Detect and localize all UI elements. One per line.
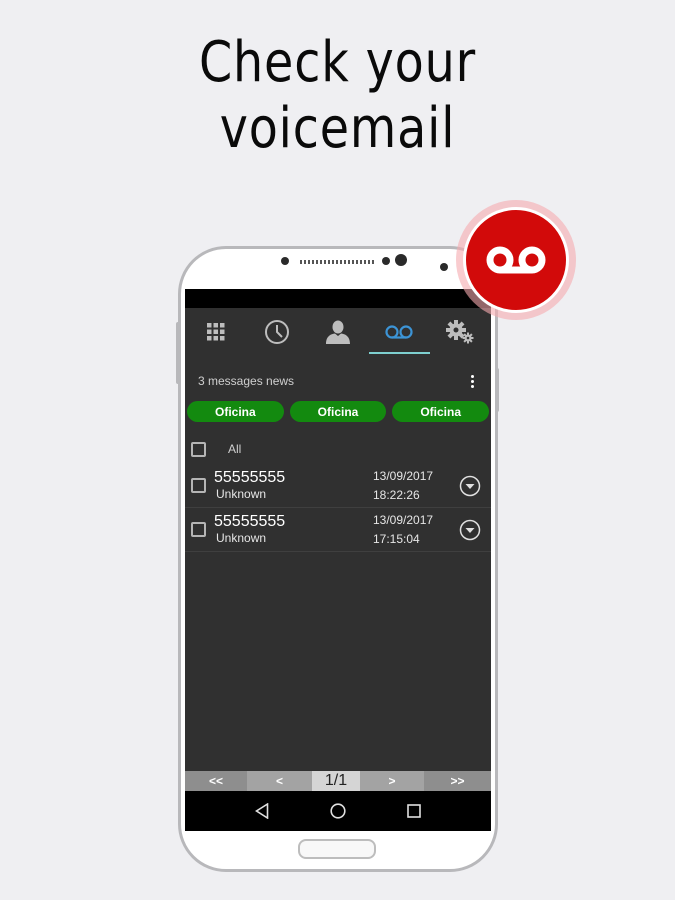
tab-dialpad[interactable] [185, 308, 246, 356]
voicemail-item[interactable]: 55555555 Unknown 13/09/2017 18:22:26 [185, 464, 491, 508]
status-bar [185, 289, 491, 308]
tab-contacts[interactable] [307, 308, 368, 356]
headline: Check your voicemail [51, 30, 625, 162]
item-checkbox[interactable] [191, 478, 206, 493]
message-time: 17:15:04 [373, 531, 420, 546]
phone-screen: 3 messages news Oficina Oficina Oficina … [185, 289, 491, 831]
mailbox-filters: Oficina Oficina Oficina [185, 401, 491, 422]
page-indicator: 1/1 [312, 771, 360, 791]
mailbox-chip[interactable]: Oficina [392, 401, 490, 422]
light-sensor [440, 263, 448, 271]
prev-page-button[interactable]: < [247, 771, 312, 791]
select-all-label: All [228, 442, 242, 456]
caller-number: 55555555 [214, 513, 286, 530]
message-date: 13/09/2017 [373, 512, 434, 527]
first-page-button[interactable]: << [185, 771, 247, 791]
clock-icon [264, 320, 289, 344]
headline-line-2: voicemail [219, 96, 456, 161]
message-date: 13/09/2017 [373, 468, 434, 483]
tab-voicemail[interactable] [368, 308, 431, 356]
messages-header: 3 messages news [185, 366, 491, 396]
message-count: 3 messages news [198, 374, 295, 388]
voicemail-icon [385, 325, 413, 339]
tab-bar [185, 308, 491, 356]
gear-icon [446, 320, 474, 344]
next-page-button[interactable]: > [360, 771, 424, 791]
caller-name: Unknown [216, 487, 267, 501]
recents-button[interactable] [406, 804, 421, 818]
earpiece-speaker [300, 260, 376, 264]
phone-home-button [298, 839, 376, 859]
select-all-checkbox[interactable] [191, 441, 206, 457]
expand-chevron-icon[interactable] [459, 475, 481, 497]
back-icon [255, 803, 269, 819]
caller-name: Unknown [216, 531, 267, 545]
item-checkbox[interactable] [191, 522, 206, 537]
tab-settings[interactable] [430, 308, 491, 356]
headline-line-1: Check your [198, 30, 477, 95]
pagination: << < 1/1 > >> [185, 771, 491, 791]
back-button[interactable] [255, 803, 269, 819]
voicemail-item[interactable]: 55555555 Unknown 13/09/2017 17:15:04 [185, 508, 491, 552]
caller-number: 55555555 [214, 469, 286, 486]
person-icon [326, 320, 350, 344]
voicemail-icon [486, 246, 546, 274]
tab-recents[interactable] [246, 308, 307, 356]
system-nav-bar [185, 791, 491, 831]
expand-chevron-icon[interactable] [459, 519, 481, 541]
select-all-row: All [185, 434, 491, 464]
overflow-menu-icon[interactable] [469, 374, 475, 388]
mailbox-chip[interactable]: Oficina [187, 401, 284, 422]
front-camera [395, 254, 407, 266]
mailbox-chip[interactable]: Oficina [289, 401, 387, 422]
voicemail-badge [463, 207, 569, 313]
front-sensor [281, 257, 289, 265]
last-page-button[interactable]: >> [424, 771, 491, 791]
message-time: 18:22:26 [373, 487, 420, 502]
recent-apps-icon [406, 804, 421, 818]
proximity-sensor [382, 257, 390, 265]
home-button[interactable] [330, 803, 346, 819]
dialpad-icon [206, 323, 225, 341]
home-icon [330, 803, 346, 819]
